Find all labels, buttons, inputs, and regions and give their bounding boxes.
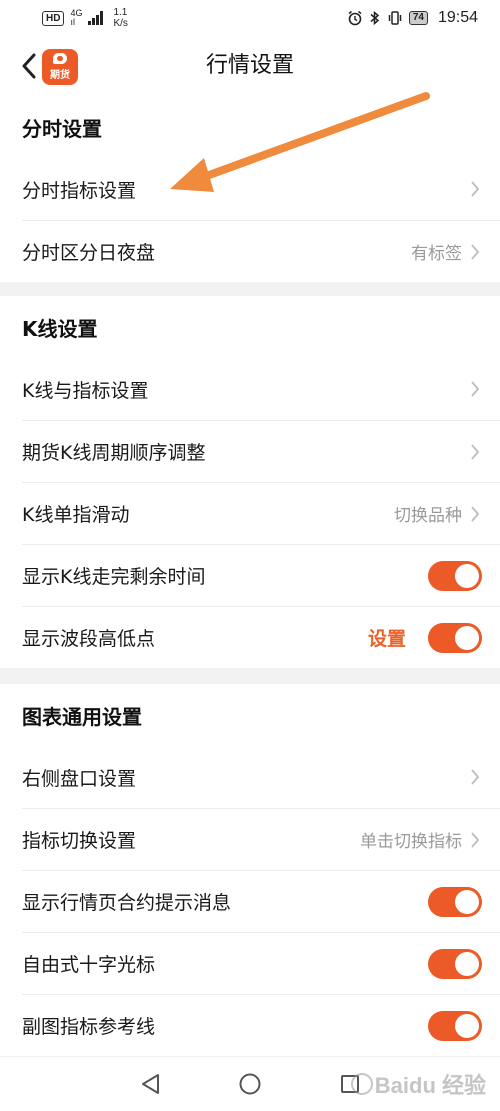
settings-row-period-order[interactable]: 期货K线周期顺序调整 <box>22 420 500 482</box>
reference-line-toggle[interactable] <box>428 1010 482 1041</box>
bluetooth-icon <box>370 10 379 26</box>
chevron-right-icon <box>470 242 482 262</box>
section-kline-settings: K线设置 K线与指标设置 期货K线周期顺序调整 K线单指滑动 切换品种 显示K线… <box>0 296 500 668</box>
row-label: 显示K线走完剩余时间 <box>22 566 206 588</box>
row-right <box>428 1010 482 1041</box>
settings-row-kline-indicator[interactable]: K线与指标设置 <box>22 358 500 420</box>
row-right <box>470 442 482 462</box>
circle-home-icon <box>239 1073 261 1095</box>
nav-home-button[interactable] <box>235 1069 265 1099</box>
crosshair-toggle[interactable] <box>428 948 482 979</box>
section-title: 分时设置 <box>22 117 102 141</box>
row-value: 单击切换指标 <box>360 832 462 852</box>
alarm-icon <box>348 10 362 26</box>
signal-icon <box>88 11 104 25</box>
row-label: 分时指标设置 <box>22 179 137 202</box>
chevron-right-icon <box>470 379 482 399</box>
network-type: 4G ıl <box>70 9 82 27</box>
status-bar: HD 4G ıl 1.1 K/s 74 19:54 <box>0 0 500 36</box>
row-right <box>470 379 482 399</box>
row-right: 设置 <box>368 622 482 653</box>
triangle-back-icon <box>142 1074 159 1094</box>
settings-row-single-swipe[interactable]: K线单指滑动 切换品种 <box>22 482 500 544</box>
network-speed: 1.1 K/s <box>113 7 127 29</box>
row-label: 期货K线周期顺序调整 <box>22 442 206 464</box>
row-right <box>428 560 482 591</box>
settings-row-wave-points: 显示波段高低点 设置 <box>22 606 500 668</box>
row-right <box>470 767 482 787</box>
watermark-text: Baidu 经验 <box>374 1073 486 1098</box>
settings-row-crosshair: 自由式十字光标 <box>22 932 500 994</box>
chevron-right-icon <box>470 442 482 462</box>
row-label: 副图指标参考线 <box>22 1016 156 1038</box>
nav-back-button[interactable] <box>135 1069 165 1099</box>
status-left: HD 4G ıl 1.1 K/s <box>42 7 128 29</box>
chevron-right-icon <box>470 767 482 787</box>
settings-row-day-night[interactable]: 分时区分日夜盘 有标签 <box>22 220 500 282</box>
row-label: 指标切换设置 <box>22 830 137 852</box>
row-right: 有标签 <box>411 239 482 264</box>
row-right <box>428 948 482 979</box>
row-value: 有标签 <box>411 244 462 264</box>
chevron-right-icon <box>470 504 482 524</box>
baidu-watermark: Baidu 经验 <box>350 1068 486 1100</box>
chevron-right-icon <box>470 830 482 850</box>
status-time: 19:54 <box>437 9 478 26</box>
hd-badge: HD <box>42 10 65 26</box>
section-title: 图表通用设置 <box>22 705 142 729</box>
contract-tips-toggle[interactable] <box>428 886 482 917</box>
vibrate-icon <box>388 11 402 25</box>
battery-icon: 74 <box>408 11 428 25</box>
row-label: 显示行情页合约提示消息 <box>22 892 232 914</box>
status-right: 74 19:54 <box>347 9 478 27</box>
wave-settings-link[interactable]: 设置 <box>368 624 406 651</box>
section-chart-general: 图表通用设置 右侧盘口设置 指标切换设置 单击切换指标 显示行情页合约提示消息 … <box>0 684 500 1056</box>
network-sub: ıl <box>70 17 75 27</box>
settings-row-indicator-switch[interactable]: 指标切换设置 单击切换指标 <box>22 808 500 870</box>
row-right: 切换品种 <box>394 501 482 526</box>
paw-icon <box>350 1073 373 1095</box>
speed-unit: K/s <box>113 18 128 29</box>
settings-row-reference-line: 副图指标参考线 <box>22 994 500 1056</box>
speed-value: 1.1 <box>113 7 128 18</box>
row-right <box>428 886 482 917</box>
row-label: K线与指标设置 <box>22 379 149 402</box>
row-label: 分时区分日夜盘 <box>22 242 156 264</box>
section-intraday-settings: 分时设置 分时指标设置 分时区分日夜盘 有标签 <box>0 96 500 282</box>
app-header: 期货 行情设置 <box>0 36 500 96</box>
settings-row-remaining-time: 显示K线走完剩余时间 <box>22 544 500 606</box>
page-title: 行情设置 <box>205 53 294 78</box>
section-title: K线设置 <box>22 317 98 341</box>
row-label: K线单指滑动 <box>22 504 130 526</box>
row-label: 显示波段高低点 <box>22 628 156 650</box>
row-right <box>470 179 482 199</box>
chevron-right-icon <box>470 179 482 199</box>
row-right: 单击切换指标 <box>360 827 482 852</box>
row-value: 切换品种 <box>394 506 462 526</box>
remaining-time-toggle[interactable] <box>428 560 482 591</box>
settings-row-intraday-indicator[interactable]: 分时指标设置 <box>22 158 500 220</box>
settings-row-contract-tips: 显示行情页合约提示消息 <box>22 870 500 932</box>
wave-points-toggle[interactable] <box>428 622 482 653</box>
settings-row-order-book[interactable]: 右侧盘口设置 <box>22 746 500 808</box>
row-label: 右侧盘口设置 <box>22 767 137 790</box>
row-label: 自由式十字光标 <box>22 954 156 976</box>
